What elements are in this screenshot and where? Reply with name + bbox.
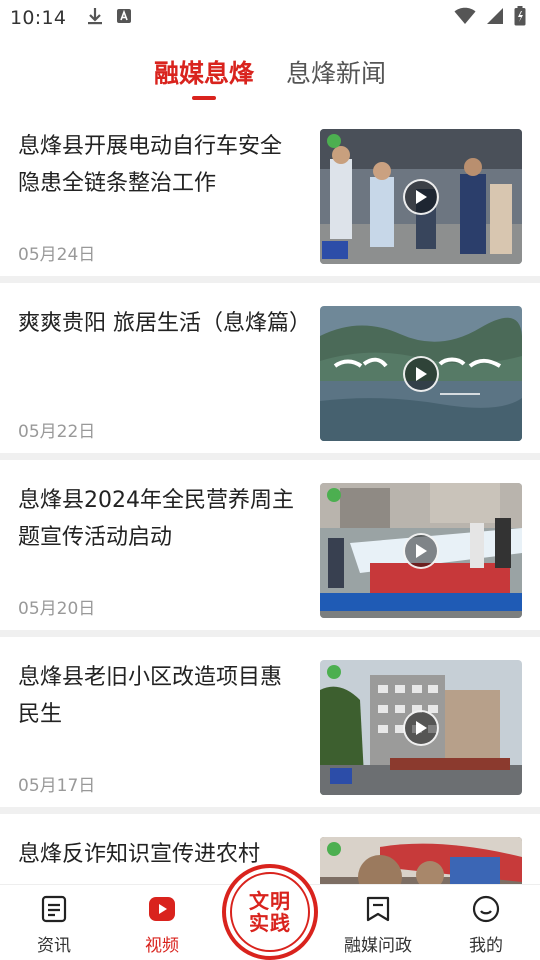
- news-title: 息烽县2024年全民营养周主题宣传活动启动: [18, 488, 294, 550]
- news-date: 05月20日: [18, 599, 96, 619]
- news-date: 05月22日: [18, 422, 96, 442]
- nav-label: 融媒问政: [344, 936, 412, 956]
- list-item[interactable]: 息烽县开展电动自行车安全隐患全链条整治工作 05月24日: [0, 106, 540, 283]
- video-feed[interactable]: 息烽县开展电动自行车安全隐患全链条整治工作 05月24日 爽爽贵阳 旅居生活（息…: [0, 106, 540, 884]
- status-left-icons: [86, 6, 132, 30]
- list-item[interactable]: 爽爽贵阳 旅居生活（息烽篇） 05月22日: [0, 283, 540, 460]
- news-title: 息烽县老旧小区改造项目惠民生: [18, 665, 283, 727]
- nav-rongmei-wenzheng[interactable]: 融媒问政: [324, 885, 432, 960]
- nav-mine[interactable]: 我的: [432, 885, 540, 960]
- nav-label: 资讯: [37, 936, 71, 956]
- tab-rongmei-xifeng[interactable]: 融媒息烽: [154, 46, 254, 102]
- bookmark-icon: [365, 895, 391, 927]
- video-thumbnail[interactable]: [320, 660, 522, 795]
- signal-icon: [486, 7, 504, 29]
- video-thumbnail[interactable]: [320, 483, 522, 618]
- status-right-icons: [454, 6, 526, 30]
- civilization-practice-button[interactable]: 文明 实践: [222, 864, 318, 960]
- status-time: 10:14: [10, 7, 67, 29]
- battery-icon: [514, 6, 526, 30]
- video-thumbnail[interactable]: [320, 306, 522, 441]
- document-icon: [41, 895, 67, 927]
- active-tab-indicator: [191, 96, 216, 100]
- tab-label: 息烽新闻: [286, 59, 387, 88]
- list-item[interactable]: 息烽县2024年全民营养周主题宣传活动启动 05月20日: [0, 460, 540, 637]
- a-badge-icon: [116, 8, 132, 28]
- video-thumbnail[interactable]: [320, 837, 522, 884]
- tab-label: 融媒息烽: [153, 59, 254, 88]
- center-label-line1: 文明: [249, 889, 291, 913]
- center-label-line2: 实践: [249, 911, 291, 935]
- tab-xifeng-news[interactable]: 息烽新闻: [286, 46, 386, 102]
- list-item[interactable]: 息烽县老旧小区改造项目惠民生 05月17日: [0, 637, 540, 814]
- play-icon: [403, 178, 439, 215]
- nav-video[interactable]: 视频: [108, 885, 216, 960]
- civilization-practice-badge: 文明 实践: [230, 872, 310, 952]
- news-title: 爽爽贵阳 旅居生活（息烽篇）: [18, 311, 311, 336]
- play-icon: [403, 355, 439, 392]
- nav-label: 视频: [145, 936, 179, 956]
- news-date: 05月17日: [18, 776, 96, 796]
- top-tabs: 融媒息烽 息烽新闻: [0, 46, 540, 102]
- news-title: 息烽县开展电动自行车安全隐患全链条整治工作: [18, 134, 283, 196]
- wifi-icon: [454, 7, 476, 29]
- news-date: 05月24日: [18, 245, 96, 265]
- nav-news[interactable]: 资讯: [0, 885, 108, 960]
- nav-label: 我的: [469, 936, 503, 956]
- smile-icon: [472, 895, 500, 927]
- play-icon: [403, 709, 439, 746]
- status-bar: 10:14: [0, 0, 540, 36]
- video-play-icon: [148, 895, 176, 927]
- play-icon: [403, 532, 439, 569]
- download-icon: [86, 6, 104, 30]
- video-thumbnail[interactable]: [320, 129, 522, 264]
